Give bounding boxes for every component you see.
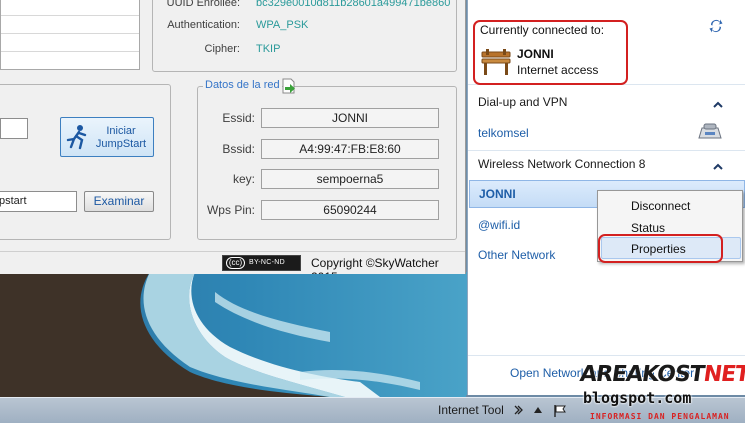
network-item-wifi-id[interactable]: @wifi.id bbox=[478, 218, 520, 232]
modem-icon bbox=[698, 122, 722, 145]
divider bbox=[468, 150, 745, 151]
network-item-other[interactable]: Other Network bbox=[478, 248, 555, 262]
dialup-vpn-title: Dial-up and VPN bbox=[478, 95, 568, 109]
status-bar: (cc) BY-NC-ND Copyright ©SkyWatcher 2015 bbox=[0, 251, 465, 274]
menu-item-disconnect[interactable]: Disconnect bbox=[631, 199, 690, 213]
cipher-label: Cipher: bbox=[204, 43, 240, 55]
network-item-jonni-label: JONNI bbox=[479, 187, 516, 201]
wireless-connection-title: Wireless Network Connection 8 bbox=[478, 157, 646, 171]
start-jumpstart-button[interactable]: Iniciar JumpStart bbox=[60, 117, 154, 157]
cc-icon: (cc) bbox=[226, 257, 245, 269]
network-data-legend: Datos de la red bbox=[203, 79, 282, 91]
copyright-text: Copyright ©SkyWatcher 2015 bbox=[311, 256, 439, 274]
menu-item-status[interactable]: Status bbox=[631, 221, 665, 235]
uuid-label: UUID Enrollee: bbox=[166, 0, 240, 9]
authentication-label: Authentication: bbox=[167, 19, 240, 31]
runner-icon bbox=[65, 124, 89, 154]
bssid-label: Bssid: bbox=[222, 142, 255, 156]
show-hidden-icons-arrow-icon[interactable] bbox=[533, 404, 543, 418]
chevron-up-icon bbox=[713, 98, 723, 112]
executable-path-input[interactable]: pstart bbox=[0, 191, 77, 212]
watermark-dark-text: AREAKOST bbox=[578, 362, 706, 387]
watermark-blog-text: blogspot.com bbox=[583, 389, 692, 407]
jumpstart-group bbox=[0, 84, 171, 240]
authentication-value: WPA_PSK bbox=[256, 19, 309, 31]
export-icon[interactable] bbox=[281, 78, 297, 97]
network-list-grid[interactable] bbox=[0, 0, 140, 70]
creative-commons-badge[interactable]: (cc) BY-NC-ND bbox=[222, 255, 301, 271]
watermark-red-text: NETWORK bbox=[701, 362, 745, 387]
essid-label: Essid: bbox=[222, 111, 255, 125]
wps-pin-field[interactable]: 65090244 bbox=[261, 200, 439, 220]
license-text: BY-NC-ND bbox=[249, 259, 285, 266]
wps-pin-label: Wps Pin: bbox=[206, 203, 255, 217]
highlight-properties bbox=[598, 234, 723, 263]
highlight-current-connection bbox=[473, 20, 628, 85]
essid-field[interactable]: JONNI bbox=[261, 108, 439, 128]
wps-info-panel bbox=[152, 0, 457, 72]
chevron-up-icon bbox=[713, 160, 723, 174]
bssid-field[interactable]: A4:99:47:FB:E8:60 bbox=[261, 139, 439, 159]
browse-button[interactable]: Examinar bbox=[84, 191, 154, 212]
divider bbox=[468, 355, 745, 356]
dialup-vpn-header[interactable]: Dial-up and VPN bbox=[468, 91, 745, 115]
refresh-icon[interactable] bbox=[708, 18, 724, 37]
desktop-wallpaper bbox=[0, 272, 470, 397]
action-center-flag-icon[interactable] bbox=[553, 404, 567, 421]
watermark-logo: AREAKOSTNETWORK bbox=[578, 362, 745, 387]
jumpstart-window: UUID Enrollee: bc329e0010d811b28601a4994… bbox=[0, 0, 466, 274]
double-chevron-icon[interactable] bbox=[513, 404, 523, 419]
uuid-value: bc329e0010d811b28601a499471be860 bbox=[256, 0, 451, 9]
pin-input[interactable] bbox=[0, 118, 28, 139]
watermark-subtitle: INFORMASI DAN PENGALAMAN bbox=[590, 412, 730, 421]
key-label: key: bbox=[232, 172, 255, 186]
wireless-connection-header[interactable]: Wireless Network Connection 8 bbox=[468, 153, 745, 177]
network-item-telkomsel[interactable]: telkomsel bbox=[478, 126, 529, 140]
key-field[interactable]: sempoerna5 bbox=[261, 169, 439, 189]
cipher-value: TKIP bbox=[256, 43, 281, 55]
start-jumpstart-label: Iniciar JumpStart bbox=[95, 125, 147, 150]
taskbar-toolbar-label[interactable]: Internet Tool bbox=[438, 403, 504, 417]
